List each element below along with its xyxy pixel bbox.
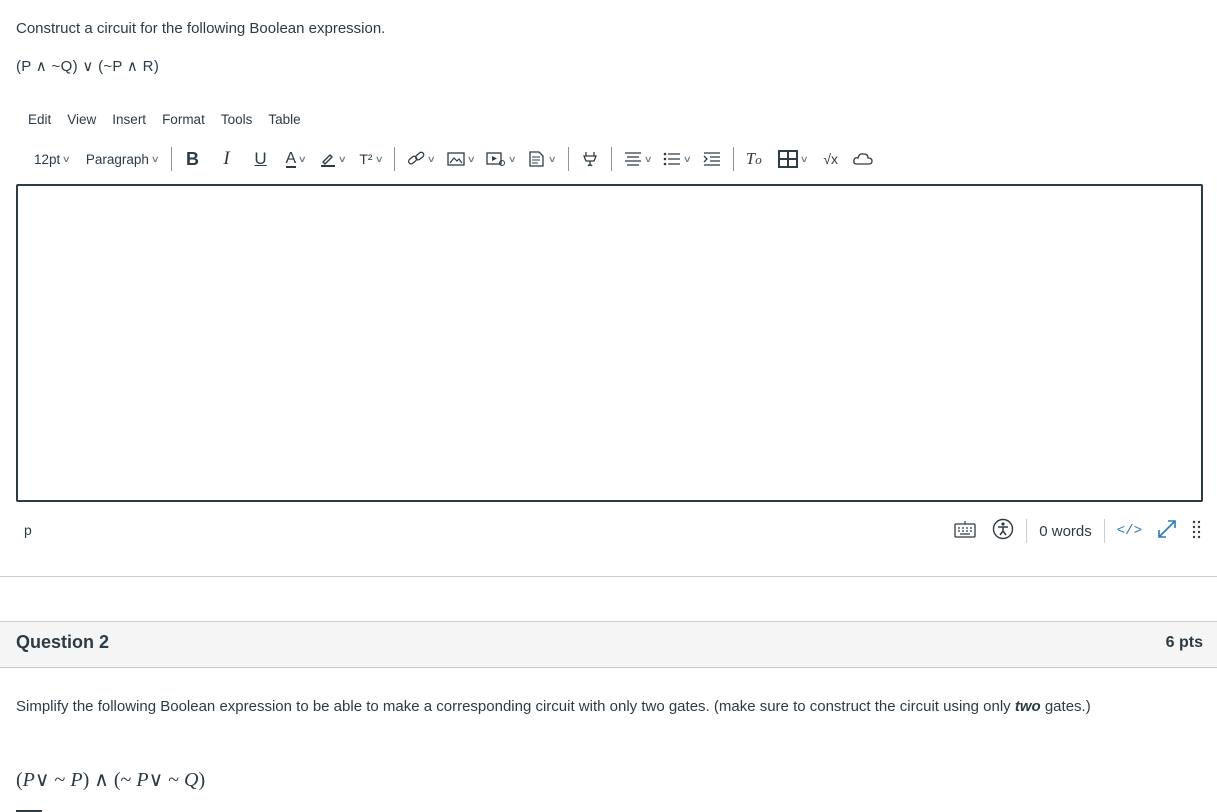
- clipped-next-line: [16, 806, 42, 812]
- editor-statusbar: p 0 words </>: [16, 516, 1202, 546]
- question2-prompt-emphasis: two: [1014, 698, 1041, 715]
- toolbar-divider: [732, 147, 734, 171]
- menu-edit[interactable]: Edit: [28, 112, 51, 127]
- menu-insert[interactable]: Insert: [112, 112, 146, 127]
- align-button[interactable]: ∨: [620, 147, 656, 171]
- underline-button[interactable]: U: [248, 147, 274, 171]
- align-icon: [624, 151, 642, 167]
- fullscreen-button[interactable]: [1156, 519, 1178, 543]
- chevron-down-icon: ∨: [374, 153, 384, 164]
- clear-format-button[interactable]: To: [742, 147, 766, 171]
- keyboard-shortcuts-button[interactable]: [954, 520, 976, 542]
- accessibility-checker-button[interactable]: [992, 518, 1014, 544]
- menu-view[interactable]: View: [67, 112, 96, 127]
- image-icon: [447, 151, 465, 167]
- link-icon: [407, 151, 425, 167]
- question2-prompt: Simplify the following Boolean expressio…: [16, 698, 1091, 715]
- editor-menubar: Edit View Insert Format Tools Table: [28, 112, 317, 127]
- chevron-down-icon: ∨: [799, 153, 809, 164]
- indent-icon: [703, 151, 721, 167]
- chevron-down-icon: ∨: [61, 153, 72, 164]
- font-size-value: 12pt: [34, 151, 61, 167]
- question2-expression: (P∨ ~ P) ∧ (~ P∨ ~ Q): [16, 769, 206, 791]
- link-button[interactable]: ∨: [403, 147, 439, 171]
- clear-format-icon: To: [745, 149, 762, 168]
- document-icon: [528, 151, 546, 167]
- menu-format[interactable]: Format: [162, 112, 205, 127]
- toolbar-divider: [170, 147, 172, 171]
- chevron-down-icon: ∨: [426, 153, 437, 164]
- highlight-button[interactable]: ∨: [316, 147, 350, 171]
- chevron-down-icon: ∨: [682, 153, 693, 164]
- chevron-down-icon: ∨: [150, 153, 160, 164]
- statusbar-divider: [1103, 519, 1105, 543]
- toolbar-divider: [610, 147, 612, 171]
- question-divider: [0, 576, 1217, 577]
- cloud-icon: [852, 151, 874, 167]
- chevron-down-icon: ∨: [547, 153, 557, 164]
- bold-icon: B: [186, 148, 200, 169]
- toolbar-divider: [567, 147, 569, 171]
- question2-header: Question 2 6 pts: [0, 621, 1217, 668]
- apps-icon: [581, 150, 599, 168]
- highlight-icon: [320, 151, 336, 167]
- chevron-down-icon: ∨: [297, 153, 308, 164]
- question2-prompt-text-end: gates.): [1040, 698, 1091, 715]
- media-button[interactable]: ∨: [482, 147, 520, 171]
- document-button[interactable]: ∨: [524, 147, 560, 171]
- indent-button[interactable]: [699, 147, 725, 171]
- resize-handle[interactable]: [1192, 519, 1202, 543]
- superscript-button[interactable]: T² ∨: [355, 147, 386, 171]
- statusbar-divider: [1026, 519, 1028, 543]
- cloud-button[interactable]: [848, 147, 878, 171]
- math-icon: √x: [823, 151, 838, 167]
- html-editor-toggle[interactable]: </>: [1117, 523, 1142, 539]
- question1-prompt: Construct a circuit for the following Bo…: [16, 20, 386, 37]
- question2-title: Question 2: [16, 632, 110, 652]
- math-button[interactable]: √x: [819, 147, 842, 171]
- menu-tools[interactable]: Tools: [221, 112, 253, 127]
- list-button[interactable]: ∨: [659, 147, 695, 171]
- element-path[interactable]: p: [24, 522, 32, 538]
- word-count[interactable]: 0 words: [1039, 523, 1092, 540]
- image-button[interactable]: ∨: [443, 147, 479, 171]
- table-button[interactable]: ∨: [774, 147, 812, 171]
- rich-text-editor[interactable]: [16, 184, 1203, 502]
- chevron-down-icon: ∨: [643, 153, 653, 164]
- underline-icon: U: [254, 149, 267, 168]
- editor-toolbar: 12pt ∨ Paragraph ∨ B I U A ∨ ∨ T² ∨ ∨ ∨ ∨ ∨ …: [30, 146, 878, 172]
- font-size-select[interactable]: 12pt ∨: [30, 147, 74, 171]
- italic-icon: I: [223, 148, 230, 169]
- text-color-icon: A: [285, 149, 297, 168]
- question2-prompt-text: Simplify the following Boolean expressio…: [16, 698, 1015, 715]
- question1-expression: (P ∧ ~Q) ∨ (~P ∧ R): [16, 58, 160, 75]
- question2-points: 6 pts: [1165, 634, 1203, 651]
- chevron-down-icon: ∨: [337, 153, 347, 164]
- fullscreen-icon: [1156, 519, 1178, 543]
- italic-button[interactable]: I: [214, 147, 240, 171]
- menu-table[interactable]: Table: [268, 112, 300, 127]
- accessibility-icon: [992, 518, 1014, 544]
- chevron-down-icon: ∨: [508, 153, 518, 164]
- keyboard-icon: [954, 520, 976, 542]
- toolbar-divider: [394, 147, 396, 171]
- bold-button[interactable]: B: [180, 147, 206, 171]
- superscript-icon: T²: [359, 151, 373, 167]
- media-icon: [486, 151, 506, 167]
- apps-button[interactable]: [577, 147, 603, 171]
- text-color-button[interactable]: A ∨: [282, 147, 310, 171]
- list-icon: [663, 151, 681, 167]
- block-format-value: Paragraph: [85, 151, 149, 167]
- chevron-down-icon: ∨: [466, 153, 476, 164]
- resize-handle-icon: [1192, 519, 1202, 543]
- table-icon: [777, 150, 798, 168]
- block-format-select[interactable]: Paragraph ∨: [82, 147, 163, 171]
